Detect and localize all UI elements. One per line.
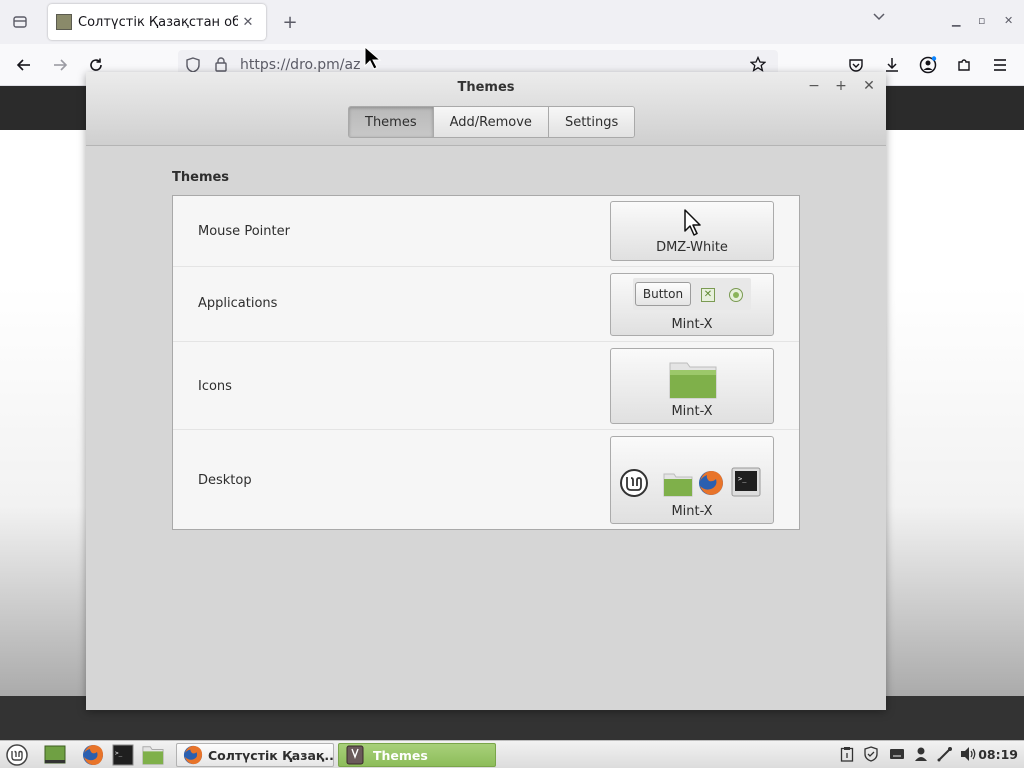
list-item-mouse-pointer: Mouse Pointer DMZ-White xyxy=(173,196,799,267)
applications-theme-button[interactable]: Button ✕ Mint-X xyxy=(610,273,774,336)
new-tab-icon[interactable]: + xyxy=(276,8,304,36)
browser-minimize-icon[interactable]: ▁ xyxy=(952,14,960,27)
menu-hamburger-icon[interactable] xyxy=(986,51,1014,79)
update-shield-icon[interactable] xyxy=(862,745,880,763)
taskbar-window-label: Themes xyxy=(373,747,428,763)
window-themes-icon xyxy=(346,745,364,765)
show-desktop-icon[interactable] xyxy=(44,744,66,766)
tab-add-remove[interactable]: Add/Remove xyxy=(433,107,549,137)
terminal-icon: >_ xyxy=(731,467,761,497)
list-item-desktop: Desktop >_ Mint-X xyxy=(173,430,799,529)
tab-manager-icon[interactable] xyxy=(6,8,34,36)
browser-close-icon[interactable]: ✕ xyxy=(1004,14,1013,27)
forward-icon[interactable] xyxy=(46,51,74,79)
tab-themes[interactable]: Themes xyxy=(349,107,434,137)
extensions-icon[interactable] xyxy=(950,51,978,79)
firefox-icon xyxy=(699,471,723,495)
browser-tab-strip: Солтүстік Қазақстан облы ✕ + ▁ ▫ ✕ xyxy=(0,0,1024,44)
mint-logo-icon xyxy=(620,469,648,497)
taskbar: >_ Солтүстік Қазақ... Themes 08:19 xyxy=(0,740,1024,768)
mouse-pointer-theme-value: DMZ-White xyxy=(656,240,728,255)
dialog-minimize-icon[interactable]: − xyxy=(804,78,824,96)
dialog-maximize-icon[interactable]: + xyxy=(831,78,851,96)
taskbar-window-themes[interactable]: Themes xyxy=(338,743,496,767)
section-title: Themes xyxy=(172,170,230,185)
row-label: Icons xyxy=(198,379,232,394)
svg-text:>_: >_ xyxy=(738,475,747,483)
account-icon[interactable] xyxy=(914,51,942,79)
preview-checkbox-icon: ✕ xyxy=(701,288,715,302)
gtk-theme-preview: Button ✕ xyxy=(633,278,751,310)
preview-button: Button xyxy=(635,282,691,306)
arrow-cursor-icon xyxy=(684,209,701,236)
browser-maximize-icon[interactable]: ▫ xyxy=(978,14,985,27)
taskbar-window-browser[interactable]: Солтүстік Қазақ... xyxy=(176,743,334,767)
list-item-icons: Icons Mint-X xyxy=(173,342,799,430)
taskbar-terminal-icon[interactable]: >_ xyxy=(112,744,134,766)
mouse-cursor-icon xyxy=(364,46,382,70)
taskbar-clock[interactable]: 08:19 xyxy=(978,747,1018,762)
dialog-title: Themes xyxy=(457,80,515,95)
themes-list: Mouse Pointer DMZ-White Applications But… xyxy=(172,195,800,530)
desktop-folder-icon xyxy=(663,473,693,497)
list-tabs-chevron-icon[interactable] xyxy=(872,12,886,25)
keyboard-icon[interactable] xyxy=(888,745,906,763)
volume-icon[interactable] xyxy=(960,745,978,763)
stack-switcher: Themes Add/Remove Settings xyxy=(348,106,636,138)
back-icon[interactable] xyxy=(10,51,38,79)
desktop-theme-button[interactable]: >_ Mint-X xyxy=(610,436,774,524)
icons-theme-button[interactable]: Mint-X xyxy=(610,348,774,424)
applications-theme-value: Mint-X xyxy=(671,317,713,332)
tab-settings[interactable]: Settings xyxy=(548,107,635,137)
taskbar-firefox-icon[interactable] xyxy=(82,744,104,766)
user-icon[interactable] xyxy=(912,745,930,763)
mint-menu-icon[interactable] xyxy=(6,744,28,766)
row-label: Desktop xyxy=(198,473,252,488)
svg-text:>_: >_ xyxy=(115,750,123,757)
clipboard-icon[interactable] xyxy=(838,745,856,763)
dialog-close-icon[interactable]: ✕ xyxy=(859,78,879,96)
browser-tab[interactable]: Солтүстік Қазақстан облы ✕ xyxy=(48,4,266,40)
icons-theme-value: Mint-X xyxy=(671,404,713,419)
row-label: Mouse Pointer xyxy=(198,224,290,239)
desktop-theme-value: Mint-X xyxy=(671,504,713,519)
themes-dialog: Themes − + ✕ Themes Add/Remove Settings … xyxy=(86,72,886,710)
taskbar-window-label: Солтүстік Қазақ... xyxy=(208,747,334,763)
row-label: Applications xyxy=(198,296,278,311)
tab-favicon-icon xyxy=(56,14,72,30)
dialog-header: Themes − + ✕ Themes Add/Remove Settings xyxy=(86,72,886,146)
preview-radio-icon xyxy=(729,288,743,302)
list-item-applications: Applications Button ✕ Mint-X xyxy=(173,267,799,342)
window-firefox-icon xyxy=(183,745,203,765)
mouse-pointer-theme-button[interactable]: DMZ-White xyxy=(610,201,774,261)
tab-close-icon[interactable]: ✕ xyxy=(238,12,258,32)
folder-icon xyxy=(669,362,717,399)
taskbar-files-icon[interactable] xyxy=(142,744,164,766)
url-text[interactable]: https://dro.pm/az xyxy=(240,57,360,73)
tab-title: Солтүстік Қазақстан облы xyxy=(78,14,238,30)
network-icon[interactable] xyxy=(936,745,954,763)
